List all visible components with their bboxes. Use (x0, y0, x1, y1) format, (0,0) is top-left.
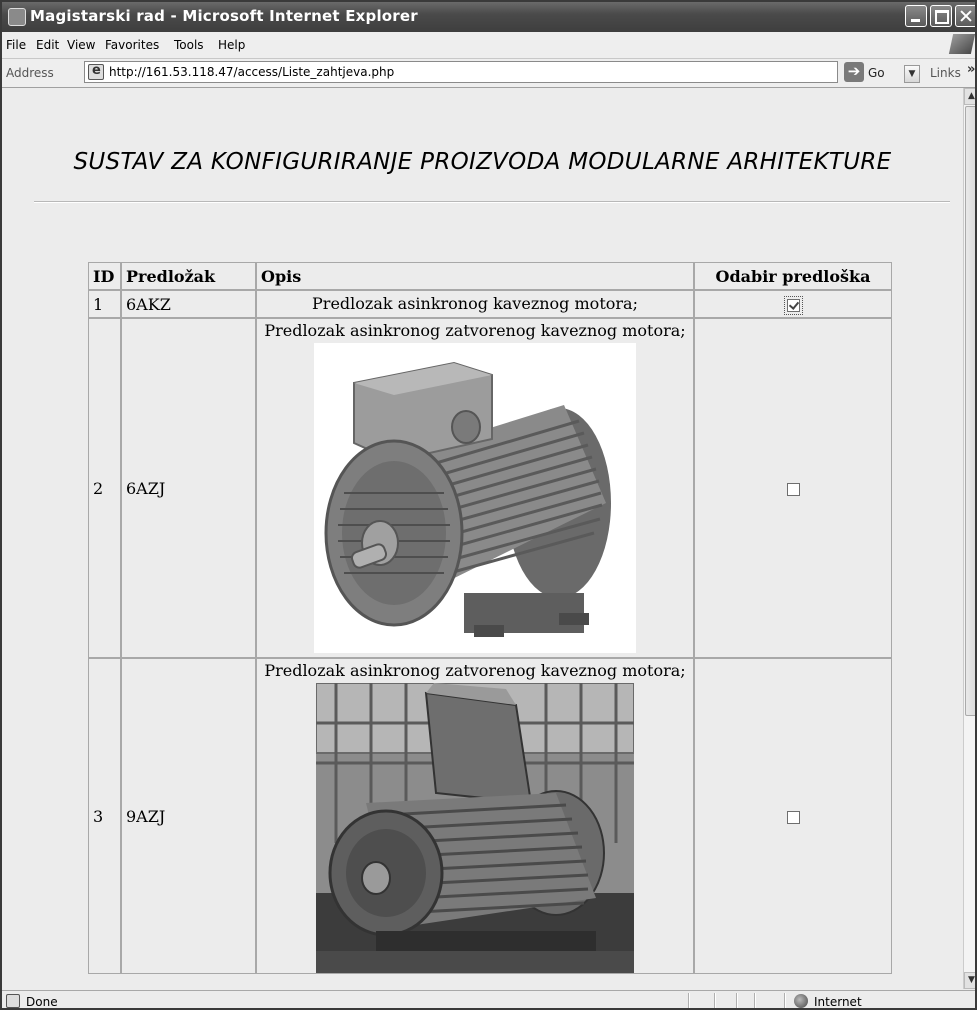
menu-tools[interactable]: Tools (174, 38, 204, 52)
description-text: Predlozak asinkronog kaveznog motora; (312, 294, 638, 313)
cell-template: 9AZJ (121, 658, 256, 974)
page-icon (88, 63, 104, 80)
description-text: Predlozak asinkronog zatvorenog kaveznog… (264, 321, 686, 340)
cell-id: 1 (88, 290, 121, 318)
col-header-id: ID (88, 262, 121, 290)
cell-description: Predlozak asinkronog zatvorenog kaveznog… (256, 658, 694, 974)
page-content: SUSTAV ZA KONFIGURIRANJE PROIZVODA MODUL… (2, 88, 963, 989)
table-row: 2 6AZJ Predlozak asinkronog zatvorenog k… (88, 318, 892, 658)
scroll-down-icon[interactable]: ▼ (964, 972, 975, 989)
windows-flag-icon (948, 34, 975, 54)
status-bar: Done Internet (2, 990, 975, 1009)
menu-view[interactable]: View (67, 38, 95, 52)
menu-help[interactable]: Help (218, 38, 245, 52)
col-header-description: Opis (256, 262, 694, 290)
internet-globe-icon (794, 994, 808, 1008)
ie-app-icon (8, 8, 26, 26)
template-checkbox-1[interactable] (783, 295, 803, 315)
cell-id: 3 (88, 658, 121, 974)
status-divider (754, 993, 756, 1008)
page-status-icon (6, 994, 20, 1008)
status-divider (688, 993, 690, 1008)
chevron-right-icon[interactable]: » (967, 62, 975, 77)
status-divider (714, 993, 716, 1008)
address-bar: Address http://161.53.118.47/access/List… (2, 59, 975, 88)
security-zone-label: Internet (814, 995, 862, 1009)
cell-selection (694, 318, 892, 658)
menu-edit[interactable]: Edit (36, 38, 59, 52)
links-toolbar[interactable]: Links (930, 66, 961, 80)
col-header-selection: Odabir predloška (694, 262, 892, 290)
minimize-button[interactable] (905, 5, 927, 27)
col-header-template: Predložak (121, 262, 256, 290)
cell-id: 2 (88, 318, 121, 658)
cell-template: 6AZJ (121, 318, 256, 658)
scroll-up-icon[interactable]: ▲ (964, 88, 975, 105)
cell-description: Predlozak asinkronog zatvorenog kaveznog… (256, 318, 694, 658)
maximize-button[interactable] (930, 5, 952, 27)
close-button[interactable] (955, 5, 975, 27)
address-url[interactable]: http://161.53.118.47/access/Liste_zahtje… (109, 65, 394, 79)
menu-bar: File Edit View Favorites Tools Help (2, 32, 975, 59)
cell-template: 6AKZ (121, 290, 256, 318)
go-button[interactable]: Go (868, 66, 885, 80)
window-title: Magistarski rad - Microsoft Internet Exp… (30, 7, 418, 25)
motor-photo-6azj (314, 343, 636, 653)
vertical-scrollbar[interactable]: ▲ ▼ (963, 88, 975, 989)
cell-selection (694, 290, 892, 318)
address-dropdown-icon[interactable]: ▼ (904, 65, 920, 83)
description-text: Predlozak asinkronog zatvorenog kaveznog… (264, 661, 686, 680)
cell-description: Predlozak asinkronog kaveznog motora; (256, 290, 694, 318)
browser-window: Magistarski rad - Microsoft Internet Exp… (0, 0, 977, 1010)
template-checkbox-2[interactable] (786, 482, 800, 496)
motor-photo-9azj (316, 683, 634, 973)
title-bar[interactable]: Magistarski rad - Microsoft Internet Exp… (2, 2, 975, 32)
divider (34, 201, 950, 203)
cell-selection (694, 658, 892, 974)
address-input[interactable]: http://161.53.118.47/access/Liste_zahtje… (84, 61, 920, 83)
go-arrow-icon[interactable]: ➔ (844, 62, 864, 82)
menu-favorites[interactable]: Favorites (105, 38, 159, 52)
table-row: 1 6AKZ Predlozak asinkronog kaveznog mot… (88, 290, 892, 318)
scroll-thumb[interactable] (965, 106, 975, 716)
table-header-row: ID Predložak Opis Odabir predloška (88, 262, 892, 290)
table-row: 3 9AZJ Predlozak asinkronog zatvorenog k… (88, 658, 892, 974)
status-divider (736, 993, 738, 1008)
status-divider (784, 993, 786, 1008)
template-checkbox-3[interactable] (786, 810, 800, 824)
template-table: ID Predložak Opis Odabir predloška 1 6AK… (88, 262, 892, 974)
page-title: SUSTAV ZA KONFIGURIRANJE PROIZVODA MODUL… (73, 149, 892, 175)
address-label: Address (6, 66, 54, 80)
menu-file[interactable]: File (6, 38, 26, 52)
status-text: Done (26, 995, 58, 1009)
